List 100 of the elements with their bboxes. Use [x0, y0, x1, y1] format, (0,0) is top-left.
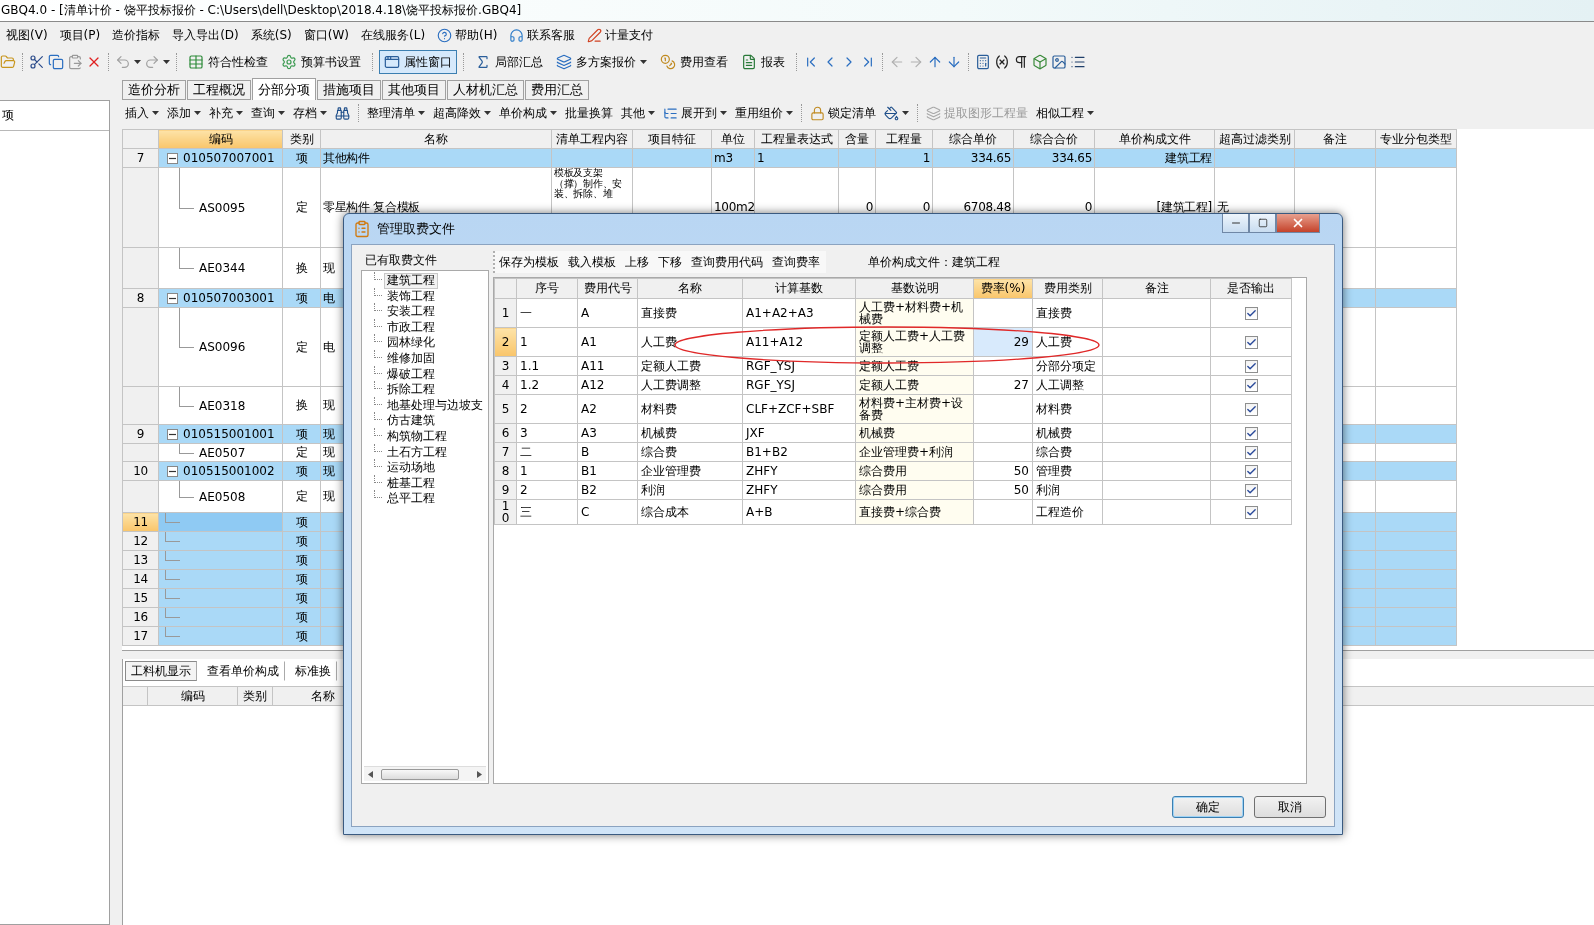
column-header[interactable]: 编码 — [148, 687, 238, 705]
arrow-right-icon[interactable] — [477, 770, 482, 778]
toolbar-button[interactable]: 符合性检查 — [183, 50, 273, 74]
tree-item[interactable]: 运动场地 — [384, 460, 438, 476]
toolbar-button[interactable]: 重用组价 — [732, 103, 796, 123]
toolbar-button[interactable]: 存档 — [290, 103, 330, 123]
menu-item[interactable]: 造价指标 — [106, 26, 167, 44]
tree-item[interactable]: 总平工程 — [384, 491, 438, 507]
column-header[interactable]: 计算基数 — [742, 278, 856, 299]
menu-item[interactable]: 视图(V) — [0, 26, 54, 44]
column-header[interactable]: 费用类别 — [1032, 278, 1103, 299]
column-header[interactable]: 类别 — [238, 687, 273, 705]
toolbar-button[interactable]: 相似工程 — [1033, 103, 1097, 123]
toolbar-button[interactable]: 查询费率 — [772, 253, 820, 271]
arrow-down-icon[interactable] — [946, 54, 962, 70]
toolbar-button[interactable]: 锁定清单 — [807, 103, 879, 123]
menu-item[interactable]: 导入导出(D) — [166, 26, 245, 44]
checkbox[interactable] — [1244, 306, 1258, 320]
menu-item[interactable]: 计量支付 — [581, 26, 660, 44]
tree-item[interactable]: 爆破工程 — [384, 366, 438, 383]
arrow-up-icon[interactable] — [927, 54, 943, 70]
toolbar-button[interactable]: 载入模板 — [568, 253, 616, 271]
toolbar-button[interactable]: 批量换算 — [562, 103, 616, 123]
toolbar-button[interactable]: 展开到 — [660, 103, 730, 123]
menu-item[interactable]: 系统(S) — [244, 26, 298, 44]
tab[interactable]: 工料机显示 — [125, 661, 197, 681]
menu-item[interactable]: 在线服务(L) — [355, 26, 432, 44]
column-header[interactable]: 含量 — [838, 129, 876, 149]
menu-item[interactable]: 项目(P) — [53, 26, 107, 44]
tab[interactable]: 费用汇总 — [525, 80, 589, 100]
checkbox[interactable] — [1244, 378, 1258, 392]
toolbar-button[interactable]: 超高降效 — [430, 103, 494, 123]
tree-item[interactable]: 构筑物工程 — [384, 428, 450, 445]
collapse-button[interactable] — [167, 293, 178, 304]
checkbox[interactable] — [1244, 505, 1258, 519]
column-header[interactable]: 费率(%) — [973, 278, 1033, 299]
checkbox[interactable] — [1244, 335, 1258, 349]
column-header[interactable]: 序号 — [516, 278, 578, 299]
arrow-left-icon[interactable] — [368, 770, 373, 778]
column-header[interactable]: 单位 — [711, 129, 755, 149]
column-header[interactable]: 名称 — [320, 129, 552, 149]
scrollbar[interactable] — [364, 766, 486, 781]
tree-item[interactable]: 建筑工程 — [384, 273, 438, 289]
column-header[interactable]: 单价构成文件 — [1094, 129, 1215, 149]
column-header[interactable]: 名称 — [637, 278, 743, 299]
column-header[interactable]: 综合单价 — [932, 129, 1014, 149]
image-icon[interactable] — [1051, 54, 1067, 70]
toolbar-button[interactable]: 查询 — [248, 103, 288, 123]
menu-item[interactable]: 联系客服 — [503, 26, 582, 44]
toolbar-button[interactable]: 查询费用代码 — [691, 253, 763, 271]
collapse-button[interactable] — [167, 429, 178, 440]
toolbar-button[interactable]: 插入 — [122, 103, 162, 123]
toolbar-button[interactable]: 上移 — [625, 253, 649, 271]
tree-item[interactable]: 装饰工程 — [384, 288, 438, 305]
pilcrow-icon[interactable] — [1013, 54, 1029, 70]
checkbox[interactable] — [1244, 445, 1258, 459]
tree-item[interactable]: 市政工程 — [384, 319, 438, 336]
tree-item[interactable]: 土石方工程 — [384, 444, 450, 461]
column-header[interactable]: 类别 — [282, 129, 321, 149]
column-header[interactable]: 专业分包类型 — [1375, 129, 1457, 149]
toolbar-button[interactable]: 预算书设置 — [276, 50, 366, 74]
tree-item[interactable]: 园林绿化 — [384, 335, 438, 351]
tree-item[interactable]: 维修加固 — [384, 350, 438, 367]
checkbox[interactable] — [1244, 359, 1258, 373]
toolbar-button[interactable]: 报表 — [736, 50, 790, 74]
column-header[interactable]: 工程量 — [875, 129, 933, 149]
list-icon[interactable] — [1070, 54, 1086, 70]
toolbar-button[interactable]: 费用查看 — [655, 50, 733, 74]
tab[interactable]: 人材机汇总 — [447, 80, 524, 100]
tab[interactable]: 造价分析 — [122, 80, 186, 100]
checkbox[interactable] — [1244, 483, 1258, 497]
column-header[interactable]: 清单工程内容 — [551, 129, 633, 149]
toolbar-button[interactable]: 局部汇总 — [470, 50, 548, 74]
column-header[interactable]: 费用代号 — [577, 278, 638, 299]
calculator-icon[interactable] — [975, 54, 991, 70]
column-header[interactable]: 基数说明 — [855, 278, 974, 299]
column-header[interactable]: 工程量表达式 — [754, 129, 839, 149]
dialog-button[interactable]: 确定 — [1172, 796, 1244, 818]
cube-icon[interactable] — [1032, 54, 1048, 70]
tab[interactable]: 查看单价构成 — [201, 661, 285, 681]
tab[interactable]: 其他项目 — [382, 80, 446, 100]
column-header[interactable]: 超高过滤类别 — [1214, 129, 1295, 149]
collapse-button[interactable] — [167, 466, 178, 477]
column-header[interactable]: 备注 — [1102, 278, 1211, 299]
checkbox[interactable] — [1244, 426, 1258, 440]
tab[interactable]: 措施项目 — [317, 80, 381, 100]
collapse-button[interactable] — [167, 153, 178, 164]
copy-icon[interactable] — [48, 54, 64, 70]
scissors-icon[interactable] — [29, 54, 45, 70]
menu-item[interactable]: 帮助(H) — [431, 26, 504, 44]
maximize-button[interactable] — [1249, 214, 1276, 233]
checkbox[interactable] — [1244, 464, 1258, 478]
tab[interactable]: 分部分项 — [252, 78, 316, 100]
menu-item[interactable]: 窗口(W) — [297, 26, 355, 44]
column-header[interactable]: 编码 — [158, 129, 283, 149]
minimize-button[interactable] — [1222, 214, 1249, 233]
toolbar-button[interactable]: 添加 — [164, 103, 204, 123]
column-header[interactable]: 是否输出 — [1210, 278, 1292, 299]
paint-bucket-icon[interactable] — [884, 105, 899, 121]
column-header[interactable]: 项目特征 — [632, 129, 712, 149]
